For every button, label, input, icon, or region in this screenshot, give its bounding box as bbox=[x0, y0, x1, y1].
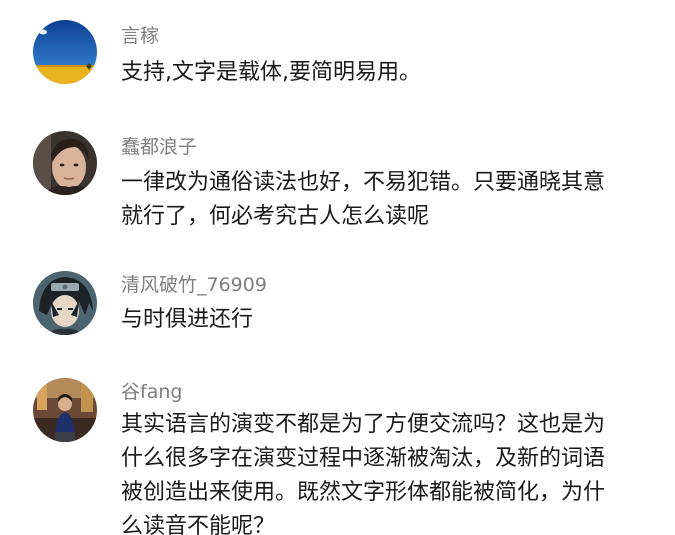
anime-character-avatar-icon[interactable] bbox=[33, 271, 97, 335]
comment-username[interactable]: 谷fang bbox=[121, 380, 182, 404]
comment-content: 与时俱进还行 bbox=[121, 303, 651, 337]
comment-content: 支持,文字是载体,要简明易用。 bbox=[121, 56, 651, 90]
comment-username[interactable]: 清风破竹_76909 bbox=[121, 273, 267, 297]
avatar-image bbox=[33, 20, 97, 84]
comment-content-line: 就行了，何必考究古人怎么读呢 bbox=[121, 204, 430, 229]
comment-content-line: 一律改为通俗读法也好，不易犯错。只要通晓其意 bbox=[121, 170, 606, 195]
portrait-avatar-icon[interactable] bbox=[33, 131, 97, 195]
sky-field-avatar-icon[interactable] bbox=[33, 20, 97, 84]
comment-username[interactable]: 言稼 bbox=[121, 24, 159, 48]
avatar-image bbox=[33, 378, 97, 442]
avatar-image bbox=[33, 131, 97, 195]
comment-username[interactable]: 蠢都浪子 bbox=[121, 135, 197, 159]
comment-content-line: 被创造出来使用。既然文字形体都能被简化，为什 bbox=[121, 480, 606, 505]
comment-content-line: 其实语言的演变不都是为了方便交流吗？这也是为 bbox=[121, 412, 606, 437]
comment-list: 言稼 支持,文字是载体,要简明易用。 蠢都浪子 一律改为通俗读法也好，不易犯错。… bbox=[0, 0, 675, 535]
comment-content-line: 支持,文字是载体,要简明易用。 bbox=[121, 60, 421, 85]
avatar-image bbox=[33, 271, 97, 335]
comment-content: 一律改为通俗读法也好，不易犯错。只要通晓其意 就行了，何必考究古人怎么读呢 bbox=[121, 166, 651, 234]
comment-content-line: 什么很多字在演变过程中逐渐被淘汰，及新的词语 bbox=[121, 446, 606, 471]
comment-content-line: 与时俱进还行 bbox=[121, 307, 254, 332]
person-photo-avatar-icon[interactable] bbox=[33, 378, 97, 442]
comment-content: 其实语言的演变不都是为了方便交流吗？这也是为 什么很多字在演变过程中逐渐被淘汰，… bbox=[121, 408, 651, 535]
comment-content-line: 么读音不能呢？ bbox=[121, 514, 276, 535]
